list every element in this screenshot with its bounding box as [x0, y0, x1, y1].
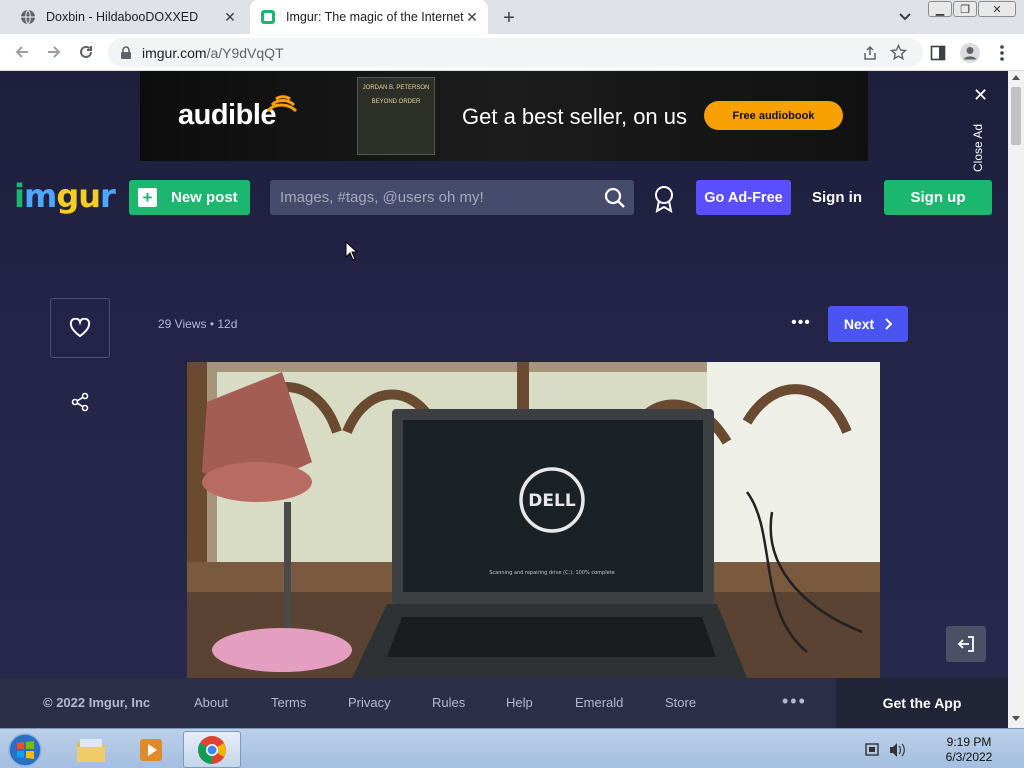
- footer-link-terms[interactable]: Terms: [271, 695, 306, 710]
- ad-banner[interactable]: audible JORDAN B. PETERSON BEYOND ORDER …: [140, 71, 868, 161]
- chevron-down-icon[interactable]: [896, 10, 914, 24]
- laptop-photo: DELL Scanning and repairing drive (C:): …: [187, 362, 880, 678]
- chrome-icon: [198, 735, 226, 764]
- sign-up-button[interactable]: Sign up: [884, 180, 992, 215]
- get-the-app-button[interactable]: Get the App: [836, 678, 1008, 728]
- reload-icon: [80, 45, 92, 58]
- address-bar[interactable]: imgur.com/a/Y9dVqQT: [108, 38, 923, 67]
- screen-status-text: Scanning and repairing drive (C:): 100% …: [489, 570, 615, 576]
- scroll-up-icon[interactable]: [1012, 74, 1020, 80]
- forward-button[interactable]: [42, 40, 66, 64]
- share-page-icon[interactable]: [862, 45, 878, 61]
- system-clock[interactable]: 9:19 PM 6/3/2022: [924, 735, 1014, 765]
- maximize-button[interactable]: ❐: [953, 1, 977, 17]
- search-icon[interactable]: [604, 187, 626, 209]
- clock-time: 9:19 PM: [946, 735, 992, 749]
- close-window-button[interactable]: ✕: [978, 1, 1016, 17]
- media-player-icon: [140, 738, 162, 761]
- footer-link-emerald[interactable]: Emerald: [575, 695, 623, 710]
- ad-cta-button[interactable]: Free audiobook: [704, 101, 843, 130]
- plus-icon: +: [138, 188, 157, 207]
- star-icon[interactable]: [890, 44, 907, 61]
- heart-icon: [69, 318, 91, 338]
- footer-link-store[interactable]: Store: [665, 695, 696, 710]
- footer-more-icon[interactable]: •••: [782, 691, 807, 712]
- site-footer: © 2022 Imgur, Inc About Terms Privacy Ru…: [0, 678, 1008, 728]
- arrow-right-icon: [48, 46, 61, 58]
- system-tray-icons[interactable]: [864, 741, 912, 759]
- award-icon[interactable]: [652, 185, 676, 213]
- scrollbar-thumb[interactable]: [1011, 87, 1021, 145]
- scroll-down-icon[interactable]: [1012, 716, 1020, 722]
- ad-book-cover: JORDAN B. PETERSON BEYOND ORDER: [357, 77, 435, 155]
- view-count: 29 Views: [158, 317, 207, 331]
- footer-link-about[interactable]: About: [194, 695, 228, 710]
- windows-taskbar: 9:19 PM 6/3/2022: [0, 728, 1024, 768]
- search-bar: [270, 180, 634, 215]
- back-button[interactable]: [10, 40, 34, 64]
- minimize-button[interactable]: ▁: [928, 1, 952, 17]
- go-ad-free-button[interactable]: Go Ad-Free: [696, 180, 791, 215]
- sign-in-link[interactable]: Sign in: [806, 180, 868, 215]
- post-age: 12d: [217, 317, 238, 331]
- footer-link-rules[interactable]: Rules: [432, 695, 465, 710]
- sign-out-icon: [957, 636, 974, 652]
- search-input[interactable]: [270, 180, 590, 215]
- new-tab-icon[interactable]: +: [498, 7, 520, 29]
- post-meta: 29 Views • 12d: [158, 317, 238, 331]
- close-ad-button[interactable]: ✕ Close Ad: [970, 85, 990, 172]
- exit-fullscreen-button[interactable]: [946, 626, 986, 662]
- close-ad-label: Close Ad: [971, 123, 985, 172]
- lock-icon: [121, 46, 131, 59]
- like-button[interactable]: [50, 298, 110, 358]
- ad-headline: Get a best seller, on us: [462, 104, 688, 129]
- footer-link-help[interactable]: Help: [506, 695, 533, 710]
- arrow-left-icon: [15, 46, 28, 58]
- reload-button[interactable]: [74, 40, 98, 64]
- more-options-icon[interactable]: •••: [788, 313, 814, 333]
- url-text: imgur.com/a/Y9dVqQT: [142, 45, 284, 61]
- new-post-button[interactable]: + New post: [129, 180, 250, 215]
- close-tab-icon[interactable]: ✕: [222, 9, 238, 25]
- tab-doxbin[interactable]: Doxbin - HildabooDOXXED ✕: [8, 0, 246, 34]
- tab-title: Imgur: The magic of the Internet: [286, 10, 464, 24]
- folder-icon: [77, 738, 105, 762]
- tab-title: Doxbin - HildabooDOXXED: [46, 10, 199, 24]
- browser-tab-strip: Doxbin - HildabooDOXXED ✕ Imgur: The mag…: [0, 0, 1024, 34]
- share-icon[interactable]: [70, 392, 90, 412]
- ad-brand-logo: audible: [178, 95, 298, 132]
- taskbar-media-player[interactable]: [122, 731, 180, 768]
- taskbar-explorer[interactable]: [62, 731, 120, 768]
- close-icon: ✕: [973, 85, 989, 105]
- imgur-favicon-icon: [261, 10, 275, 24]
- browser-toolbar: imgur.com/a/Y9dVqQT: [0, 34, 1024, 71]
- profile-avatar-icon[interactable]: [959, 42, 981, 64]
- mouse-cursor-icon: [345, 241, 357, 261]
- footer-link-privacy[interactable]: Privacy: [348, 695, 391, 710]
- next-post-button[interactable]: Next: [828, 306, 908, 342]
- chevron-right-icon: [885, 318, 893, 330]
- imgur-logo[interactable]: imgur: [14, 177, 116, 215]
- post-image[interactable]: DELL Scanning and repairing drive (C:): …: [187, 362, 880, 678]
- globe-icon: [21, 9, 35, 25]
- windows-start-icon[interactable]: [5, 732, 45, 768]
- side-panel-icon[interactable]: [930, 45, 946, 61]
- screen-brand: DELL: [528, 491, 576, 511]
- taskbar-chrome[interactable]: [183, 731, 241, 768]
- kebab-menu-icon[interactable]: [995, 44, 1009, 62]
- page-viewport: audible JORDAN B. PETERSON BEYOND ORDER …: [0, 71, 1008, 728]
- copyright-text: © 2022 Imgur, Inc: [43, 695, 151, 710]
- page-scrollbar[interactable]: [1008, 71, 1024, 728]
- clock-date: 6/3/2022: [945, 750, 993, 764]
- close-tab-icon[interactable]: ✕: [464, 9, 480, 25]
- audible-waves-icon: [266, 95, 298, 113]
- tab-imgur[interactable]: Imgur: The magic of the Internet ✕: [250, 0, 488, 34]
